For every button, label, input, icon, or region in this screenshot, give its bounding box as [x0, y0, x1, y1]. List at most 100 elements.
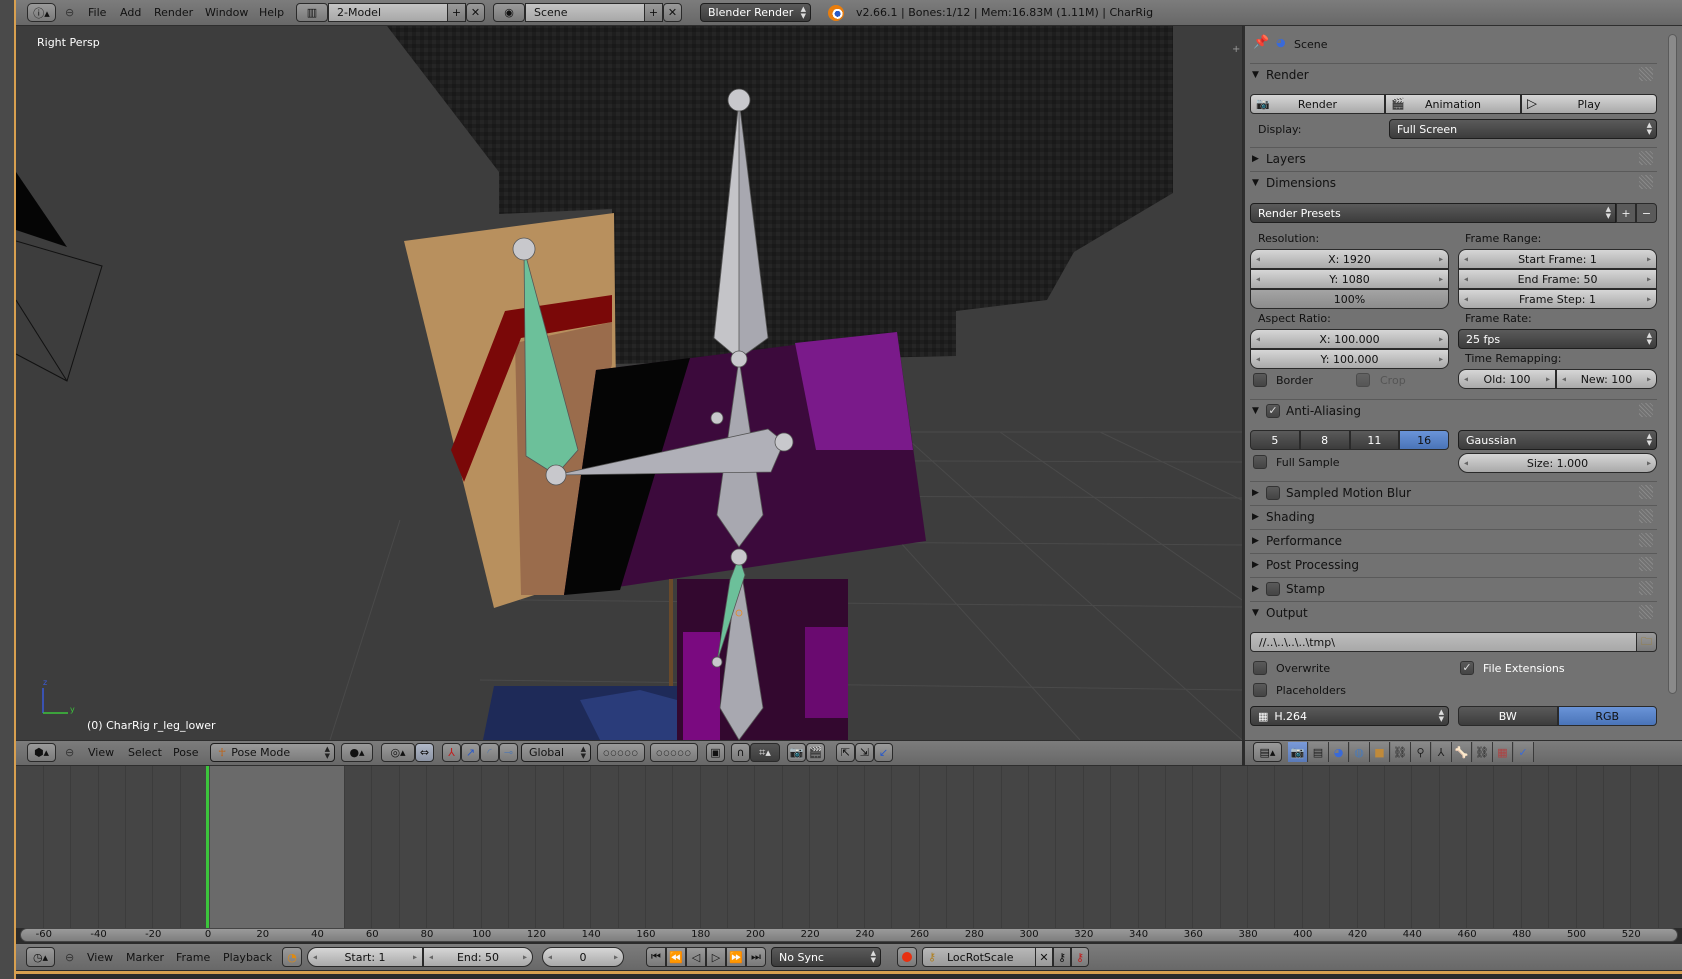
tab-object-icon[interactable]: ■ — [1370, 742, 1390, 762]
preview-range-icon[interactable]: ◔ — [282, 947, 302, 967]
menu-playback[interactable]: Playback — [223, 951, 272, 964]
drag-grip-icon[interactable] — [1639, 533, 1653, 547]
browse-folder-button[interactable]: 🗀 — [1636, 632, 1657, 652]
aa-size-field[interactable]: ◂ Size: 1.000 ▸ — [1458, 453, 1657, 473]
display-dropdown[interactable]: Full Screen ▲ ▼ — [1389, 119, 1657, 139]
menu-file[interactable]: File — [88, 6, 106, 19]
aa-filter-dropdown[interactable]: Gaussian ▲ ▼ — [1458, 430, 1657, 450]
aspect-y-field[interactable]: ◂ Y: 100.000 ▸ — [1250, 349, 1449, 369]
rotate-manipulator-icon[interactable]: ◜ — [480, 743, 499, 762]
border-checkbox[interactable] — [1253, 373, 1267, 387]
delete-keyframe-button[interactable]: ⚷ — [1071, 947, 1089, 967]
layer-buttons-2[interactable]: ○○○○○ — [650, 743, 698, 762]
current-frame-field[interactable]: ◂ 0 ▸ — [542, 947, 624, 967]
scene-field[interactable]: Scene — [525, 3, 645, 22]
time-remap-old-field[interactable]: ◂ Old: 100 ▸ — [1458, 369, 1556, 389]
paste-pose-icon[interactable]: ⇲ — [855, 743, 874, 762]
orientation-dropdown[interactable]: Global ▲ ▼ — [521, 743, 591, 762]
anti-aliasing-checkbox[interactable]: ✓ — [1266, 403, 1280, 418]
paste-flipped-pose-icon[interactable]: ↙ — [874, 743, 893, 762]
resolution-percentage-slider[interactable]: 100% — [1250, 289, 1449, 309]
tab-world-icon[interactable]: ◍ — [1349, 742, 1370, 762]
section-layers-header[interactable]: ▶ Layers — [1250, 147, 1657, 169]
add-scene-button[interactable]: + — [644, 3, 663, 22]
scale-manipulator-icon[interactable]: ⊸ — [499, 743, 518, 762]
aa-sample-8-button[interactable]: 8 — [1299, 430, 1350, 450]
editor-type-properties-icon[interactable]: ▤▴ — [1253, 742, 1282, 762]
render-engine-dropdown[interactable]: Blender Render ▲ ▼ — [700, 3, 811, 22]
pin-icon[interactable]: 📌 — [1253, 35, 1269, 50]
manipulator-toggle[interactable]: ⇔ — [415, 743, 434, 762]
section-performance-header[interactable]: ▶ Performance — [1250, 529, 1657, 551]
clear-keying-set-button[interactable]: ✕ — [1035, 947, 1053, 967]
frame-step-field[interactable]: ◂ Frame Step: 1 ▸ — [1458, 289, 1657, 309]
menu-select[interactable]: Select — [128, 746, 162, 759]
add-preset-button[interactable]: + — [1616, 203, 1636, 223]
output-path-field[interactable]: //..\..\..\..\tmp\ — [1250, 632, 1637, 652]
section-post-processing-header[interactable]: ▶ Post Processing — [1250, 553, 1657, 575]
end-frame-timeline-field[interactable]: ◂ End: 50 ▸ — [423, 947, 533, 967]
resolution-x-field[interactable]: ◂ X: 1920 ▸ — [1250, 249, 1449, 269]
tab-render-icon[interactable]: 📷 — [1288, 742, 1308, 762]
play-forward-button[interactable]: ▷ — [706, 947, 726, 967]
tab-modifiers-icon[interactable]: ⚲ — [1411, 742, 1431, 762]
section-anti-aliasing-header[interactable]: ▼ ✓ Anti-Aliasing — [1250, 399, 1657, 421]
remove-preset-button[interactable]: − — [1636, 203, 1657, 223]
start-frame-field[interactable]: ◂ Start Frame: 1 ▸ — [1458, 249, 1657, 269]
menu-add[interactable]: Add — [120, 6, 141, 19]
drag-grip-icon[interactable] — [1639, 67, 1653, 81]
jump-to-start-button[interactable]: ⏮ — [646, 947, 666, 967]
section-stamp-header[interactable]: ▶ Stamp — [1250, 577, 1657, 599]
animation-button[interactable]: 🎬 Animation — [1385, 94, 1521, 114]
section-enable-checkbox[interactable] — [1266, 581, 1280, 596]
3d-viewport[interactable]: z y Right Persp (0) CharRig r_leg_lower … — [16, 26, 1242, 740]
aspect-x-field[interactable]: ◂ X: 100.000 ▸ — [1250, 329, 1449, 349]
menu-help[interactable]: Help — [259, 6, 284, 19]
drag-grip-icon[interactable] — [1639, 605, 1653, 619]
editor-type-timeline-icon[interactable]: ◷▴ — [26, 947, 55, 967]
properties-scrollbar[interactable] — [1668, 34, 1677, 694]
insert-keyframe-button[interactable]: ⚷ — [1053, 947, 1071, 967]
editor-type-3d-icon[interactable]: ⬢▴ — [27, 743, 56, 762]
tab-texture-icon[interactable]: ▦ — [1493, 742, 1513, 762]
crop-checkbox[interactable] — [1356, 373, 1370, 387]
screen-layout-field[interactable]: 2-Model — [328, 3, 448, 22]
render-button[interactable]: 📷 Render — [1250, 94, 1385, 114]
render-opengl-animation-icon[interactable]: 🎬 — [806, 743, 825, 762]
collapse-menu-icon[interactable]: ⊖ — [65, 951, 74, 964]
tab-bone-icon[interactable]: 🦴 — [1452, 742, 1472, 762]
add-screen-button[interactable]: + — [447, 3, 466, 22]
menu-frame[interactable]: Frame — [176, 951, 210, 964]
drag-grip-icon[interactable] — [1639, 557, 1653, 571]
keying-set-field[interactable]: ⚷ LocRotScale — [922, 947, 1037, 967]
drag-grip-icon[interactable] — [1639, 175, 1653, 189]
editor-type-info-icon[interactable]: ⓘ▴ — [27, 3, 56, 22]
manipulator-axes-icon[interactable]: ⅄ — [442, 743, 461, 762]
layer-buttons-1[interactable]: ○○○○○ — [597, 743, 645, 762]
timeline-editor[interactable] — [16, 766, 1682, 928]
color-mode-bw-button[interactable]: BW — [1458, 706, 1558, 726]
collapse-menu-icon[interactable]: ⊖ — [65, 6, 74, 19]
mode-dropdown[interactable]: ☥ Pose Mode ▲ ▼ — [210, 743, 335, 762]
section-enable-checkbox[interactable] — [1266, 485, 1280, 500]
menu-pose[interactable]: Pose — [173, 746, 198, 759]
split-corner-icon[interactable]: + — [1232, 44, 1240, 55]
timeline-ruler[interactable]: -60 -40 -20 0 20 40 60 80 100 120 140 160 180 200 220 2… — [20, 928, 1678, 942]
time-remap-new-field[interactable]: ◂ New: 100 ▸ — [1556, 369, 1657, 389]
aa-sample-11-button[interactable]: 11 — [1349, 430, 1400, 450]
sync-mode-dropdown[interactable]: No Sync ▲ ▼ — [771, 947, 881, 967]
placeholders-checkbox[interactable] — [1253, 683, 1267, 697]
menu-view[interactable]: View — [87, 951, 113, 964]
tab-bone-constraints-icon[interactable]: ⛓ — [1472, 742, 1493, 762]
translate-manipulator-icon[interactable]: ↗ — [461, 743, 480, 762]
file-format-dropdown[interactable]: ▦ H.264 ▲ ▼ — [1250, 706, 1449, 726]
render-presets-dropdown[interactable]: Render Presets ▲ ▼ — [1250, 203, 1616, 223]
overwrite-checkbox[interactable] — [1253, 661, 1267, 675]
lock-layers-icon[interactable]: ▣ — [706, 743, 725, 762]
snap-toggle-icon[interactable]: ∩ — [731, 743, 750, 762]
auto-keyframe-record-button[interactable] — [897, 947, 917, 967]
tab-constraints-icon[interactable]: ⛓ — [1390, 742, 1411, 762]
end-frame-field[interactable]: ◂ End Frame: 50 ▸ — [1458, 269, 1657, 289]
section-render-header[interactable]: ▼ Render — [1250, 63, 1657, 85]
section-sampled-motion-blur-header[interactable]: ▶ Sampled Motion Blur — [1250, 481, 1657, 503]
